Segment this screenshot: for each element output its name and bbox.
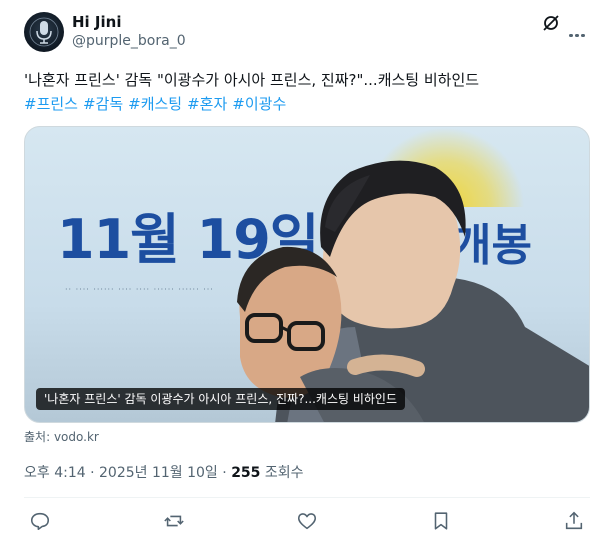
- retweet-icon[interactable]: [163, 510, 185, 532]
- hashtag-link[interactable]: #프린스: [24, 95, 78, 113]
- bookmark-icon[interactable]: [430, 510, 452, 532]
- hashtag-link[interactable]: #캐스팅: [128, 95, 182, 113]
- view-label: 조회수: [264, 465, 304, 481]
- photo-people: [237, 160, 589, 422]
- tweet-meta: 오후 4:14 · 2025년 11월 10일 · 255 조회수: [24, 462, 304, 482]
- media-image[interactable]: 11월 19일 개봉 ·· ···· ······ ···· ···· ····…: [24, 126, 590, 423]
- reply-icon[interactable]: [29, 510, 51, 532]
- view-count: 255: [231, 465, 261, 481]
- author-handle[interactable]: @purple_bora_0: [72, 33, 186, 49]
- tweet-date[interactable]: 2025년 11월 10일: [99, 465, 218, 481]
- poster-credits: ·· ···· ······ ···· ···· ······ ······ ·…: [65, 285, 214, 294]
- avatar[interactable]: [24, 12, 64, 52]
- hashtag-link[interactable]: #감독: [83, 95, 123, 113]
- tweet-text: '나혼자 프린스' 감독 "이광수가 아시아 프린스, 진짜?"...캐스팅 비…: [24, 71, 480, 89]
- meta-separator: ·: [90, 465, 95, 481]
- tweet-time[interactable]: 오후 4:14: [24, 465, 86, 481]
- divider: [24, 497, 590, 498]
- hashtag-list: #프린스 #감독 #캐스팅 #혼자 #이광수: [24, 92, 291, 116]
- hashtag-link[interactable]: #이광수: [232, 95, 286, 113]
- hashtag-link[interactable]: #혼자: [187, 95, 227, 113]
- like-icon[interactable]: [296, 510, 318, 532]
- meta-separator: ·: [222, 465, 227, 481]
- grok-icon[interactable]: [541, 13, 561, 33]
- media-source[interactable]: 출처: vodo.kr: [24, 428, 99, 445]
- more-icon[interactable]: [569, 22, 589, 37]
- author-name[interactable]: Hi Jini: [72, 13, 121, 31]
- media-caption: '나혼자 프린스' 감독 이광수가 아시아 프린스, 진짜?...캐스팅 비하인…: [36, 388, 406, 410]
- share-icon[interactable]: [563, 510, 585, 532]
